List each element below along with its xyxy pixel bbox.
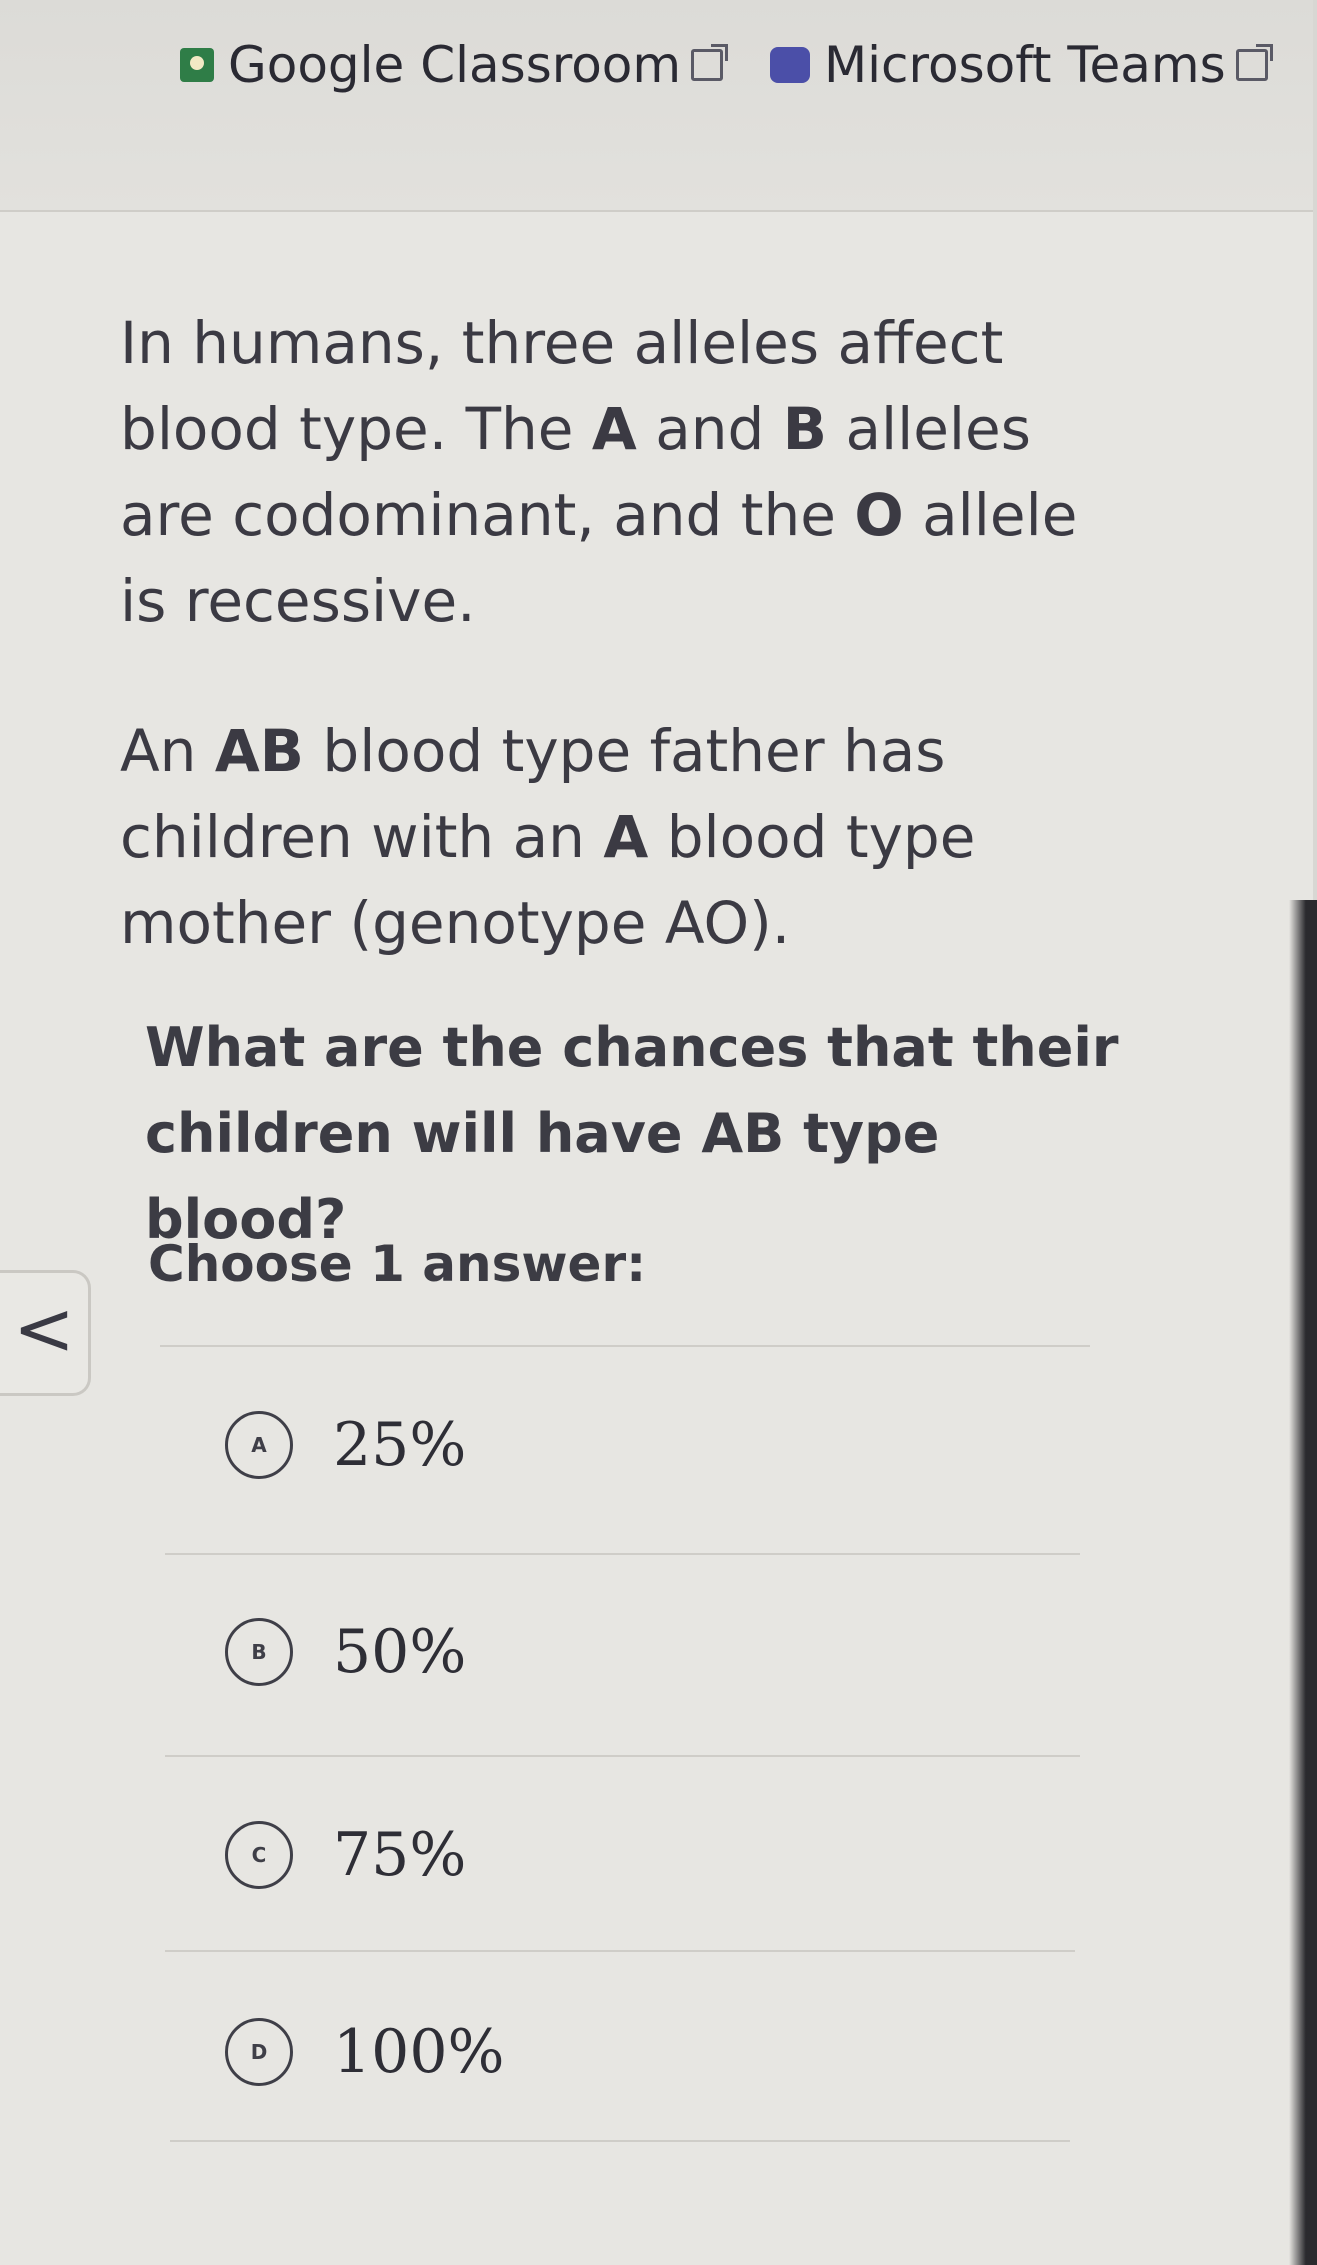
answer-option-d[interactable]: D 100% — [225, 2012, 505, 2092]
allele-a: A — [591, 395, 637, 463]
back-button[interactable]: < — [0, 1270, 91, 1396]
microsoft-teams-icon — [770, 47, 810, 83]
option-value: 100% — [333, 2017, 505, 2087]
choose-answer-label: Choose 1 answer: — [148, 1235, 647, 1293]
google-classroom-label: Google Classroom — [228, 36, 682, 94]
answer-option-b[interactable]: B 50% — [225, 1612, 466, 1692]
external-link-icon — [691, 44, 729, 81]
screen-bezel — [1289, 900, 1317, 2265]
option-value: 75% — [333, 1820, 467, 1890]
radio-b[interactable]: B — [225, 1618, 293, 1686]
blood-type-a: A — [603, 803, 649, 871]
radio-d[interactable]: D — [225, 2018, 293, 2086]
external-link-icon — [1235, 44, 1273, 81]
answer-option-a[interactable]: A 25% — [225, 1405, 466, 1485]
option-value: 25% — [333, 1410, 467, 1480]
divider — [165, 1553, 1080, 1555]
radio-a[interactable]: A — [225, 1411, 293, 1479]
microsoft-teams-link[interactable]: Microsoft Teams — [770, 36, 1273, 94]
text-segment: and — [636, 395, 783, 463]
question-paragraph-2: An AB blood type father has children wit… — [120, 708, 1140, 966]
text-segment: An — [120, 717, 215, 785]
question-text: In humans, three alleles affect blood ty… — [120, 300, 1140, 1030]
question-prompt: What are the chances that their children… — [145, 1016, 1119, 1251]
divider — [165, 1755, 1080, 1757]
divider — [160, 1345, 1090, 1347]
google-classroom-icon — [180, 48, 214, 82]
chevron-left-icon: < — [12, 1286, 75, 1372]
allele-b: B — [782, 395, 828, 463]
microsoft-teams-label: Microsoft Teams — [824, 36, 1226, 94]
divider — [170, 2140, 1070, 2142]
blood-type-ab: AB — [214, 717, 304, 785]
google-classroom-link[interactable]: Google Classroom — [180, 36, 729, 94]
question-paragraph-1: In humans, three alleles affect blood ty… — [120, 300, 1140, 644]
top-link-bar: Google Classroom Microsoft Teams — [0, 0, 1317, 212]
divider — [165, 1950, 1075, 1952]
answer-option-c[interactable]: C 75% — [225, 1815, 466, 1895]
radio-c[interactable]: C — [225, 1821, 293, 1889]
option-value: 50% — [333, 1617, 467, 1687]
allele-o: O — [854, 481, 904, 549]
